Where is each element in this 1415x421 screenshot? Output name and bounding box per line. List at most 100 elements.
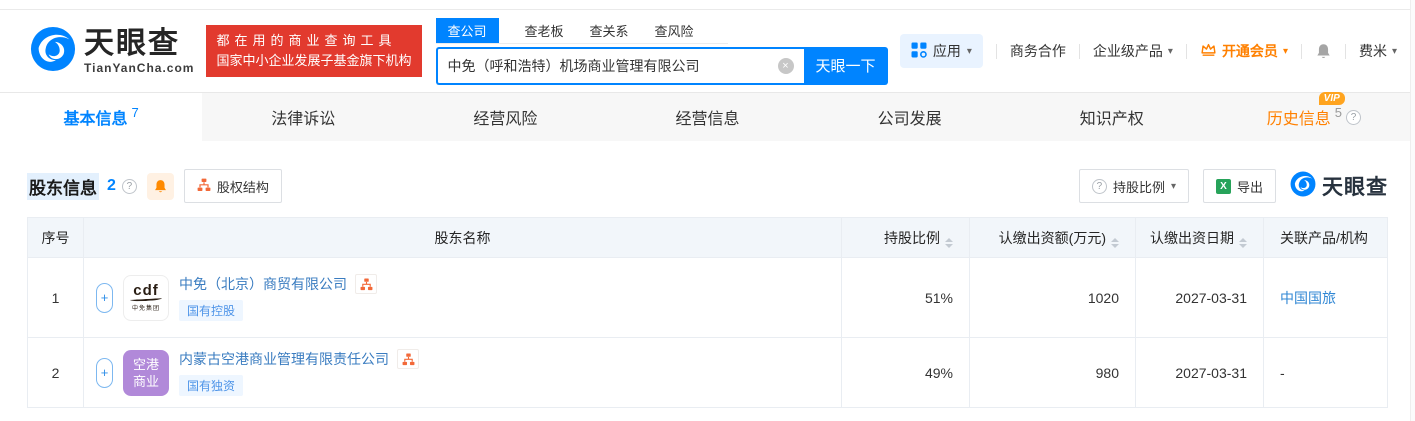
sort-icon[interactable] [1239,237,1247,248]
search-tabs: 查公司 查老板 查关系 查风险 [435,17,728,44]
chevron-down-icon: ▾ [1170,180,1176,192]
amount-cell: 1020 [969,257,1136,338]
watermark-text: 天眼查 [1322,176,1388,199]
header-date[interactable]: 认缴出资日期 [1135,217,1264,258]
holding-ratio-label: 持股比例 [1112,179,1165,195]
shareholder-table: 序号 股东名称 持股比例 认缴出资额(万元) 认缴出资日期 关联产品/机构 1 … [27,217,1388,408]
vip-badge: VIP [1318,92,1345,105]
nav-divider [1078,43,1080,59]
search-tab-relation[interactable]: 查关系 [590,18,629,43]
nav-divider [1185,43,1187,59]
section-title: 股东信息 [27,172,99,200]
excel-icon: X [1215,178,1231,194]
nav-enterprise[interactable]: 企业级产品 ▾ [1093,41,1173,61]
tab-legal[interactable]: 法律诉讼 [202,93,404,141]
expand-button[interactable]: + [96,282,113,313]
equity-structure-label: 股权结构 [216,179,269,195]
main-header: 天眼查 TianYanCha.com 都在用的商业查询工具 国家中小企业发展子基… [0,10,1415,92]
tab-label: 知识产权 [1079,111,1144,128]
apps-menu[interactable]: 应用 ▾ [899,34,983,68]
header-ratio[interactable]: 持股比例 [841,217,970,258]
apps-label: 应用 [932,43,961,59]
search-tab-company[interactable]: 查公司 [435,17,499,43]
chevron-down-icon: ▾ [1282,45,1288,57]
equity-chart-icon[interactable] [355,274,377,294]
subscribe-bell-icon[interactable] [146,172,174,200]
search-button[interactable]: 天眼一下 [803,46,888,85]
export-label: 导出 [1236,179,1263,195]
username: 费米 [1358,43,1387,59]
sort-icon[interactable] [1111,237,1119,248]
avatar-line2: 商业 [132,373,159,389]
equity-chart-icon[interactable] [397,349,419,369]
top-right-nav: 应用 ▾ 商务合作 企业级产品 ▾ 开通会员 ▾ 费米 ▾ [899,34,1397,68]
state-owned-tag: 国有独资 [179,375,244,396]
amount-cell: 980 [969,337,1136,408]
search-input[interactable] [447,57,778,74]
tab-basic-info[interactable]: 基本信息 7 [0,93,203,141]
user-menu[interactable]: 费米 ▾ [1359,41,1397,61]
related-product-link[interactable]: 中国国旅 [1280,290,1336,306]
tab-operating-risk[interactable]: 经营风险 [404,93,606,141]
top-divider [0,0,1415,10]
watermark-logo: 天眼查 [1290,171,1388,202]
scrollbar[interactable] [1410,0,1415,421]
enterprise-label: 企业级产品 [1092,43,1163,59]
tab-count: 5 [1334,104,1343,120]
sort-icon[interactable] [945,237,953,248]
table-row: 1 + cdf 中免集团 中免（北京）商贸有限公司 国有控股 51% 1020 … [27,257,1388,338]
clear-icon[interactable]: × [777,57,794,74]
holding-ratio-dropdown[interactable]: ? 持股比例 ▾ [1078,169,1189,203]
apps-grid-icon [911,42,927,61]
org-chart-icon [197,178,211,195]
avatar-line1: 空港 [132,356,159,372]
header-amount[interactable]: 认缴出资额(万元) [969,217,1136,258]
company-tabbar: 基本信息 7 法律诉讼 经营风险 经营信息 公司发展 知识产权 历史信息 VIP… [0,92,1415,141]
tab-operating-info[interactable]: 经营信息 [606,93,808,141]
table-row: 2 + 空港 商业 内蒙古空港商业管理有限责任公司 国有独资 49% 980 2… [27,337,1388,408]
tianyancha-logo[interactable]: 天眼查 TianYanCha.com [30,26,194,77]
promo-banner: 都在用的商业查询工具 国家中小企业发展子基金旗下机构 [206,24,422,78]
company-logo-cdf: cdf 中免集团 [123,274,169,321]
tianyancha-swirl-icon [30,26,76,77]
equity-structure-button[interactable]: 股权结构 [183,169,282,203]
tab-label: 法律诉讼 [271,111,336,128]
tab-count: 7 [131,104,139,120]
promo-line2: 国家中小企业发展子基金旗下机构 [216,53,412,68]
notification-bell-icon[interactable] [1315,43,1332,60]
help-icon[interactable]: ? [121,178,137,194]
help-icon[interactable]: ? [1346,109,1362,125]
shareholder-link[interactable]: 内蒙古空港商业管理有限责任公司 [179,349,389,369]
seq-cell: 2 [27,337,84,408]
brand-domain: TianYanCha.com [84,60,195,75]
help-icon: ? [1091,178,1107,194]
search-tab-risk[interactable]: 查风险 [655,18,694,43]
tab-history-info[interactable]: 历史信息 VIP 5 ? [1213,92,1415,141]
tianyancha-swirl-icon [1290,171,1316,202]
tab-label: 历史信息 [1266,111,1331,128]
header-label: 认缴出资日期 [1150,229,1234,246]
state-owned-tag: 国有控股 [179,300,244,321]
chevron-down-icon: ▾ [1391,45,1397,57]
shareholder-section-header: 股东信息 2 ? 股权结构 ? 持股比例 ▾ X 导出 天眼查 [0,141,1415,217]
nav-cooperation[interactable]: 商务合作 [1010,41,1066,61]
expand-button[interactable]: + [96,357,113,388]
header-related: 关联产品/机构 [1263,217,1388,258]
date-cell: 2027-03-31 [1135,257,1264,338]
table-header-row: 序号 股东名称 持股比例 认缴出资额(万元) 认缴出资日期 关联产品/机构 [27,217,1388,258]
header-shareholder-name: 股东名称 [83,217,842,258]
related-cell: - [1263,337,1388,408]
logo-caption: 中免集团 [131,305,160,312]
search-tab-boss[interactable]: 查老板 [525,18,564,43]
header-label: 持股比例 [884,229,940,246]
nav-divider [1344,43,1346,59]
open-vip-button[interactable]: 开通会员 ▾ [1200,41,1288,61]
nav-divider [995,43,997,59]
search-area: 查公司 查老板 查关系 查风险 × 天眼一下 [435,17,888,85]
brand-name: 天眼查 [84,26,180,60]
shareholder-link[interactable]: 中免（北京）商贸有限公司 [179,274,347,294]
tab-company-development[interactable]: 公司发展 [809,93,1011,141]
ratio-cell: 49% [841,337,970,408]
tab-intellectual-property[interactable]: 知识产权 [1011,93,1213,141]
export-button[interactable]: X 导出 [1202,169,1276,203]
